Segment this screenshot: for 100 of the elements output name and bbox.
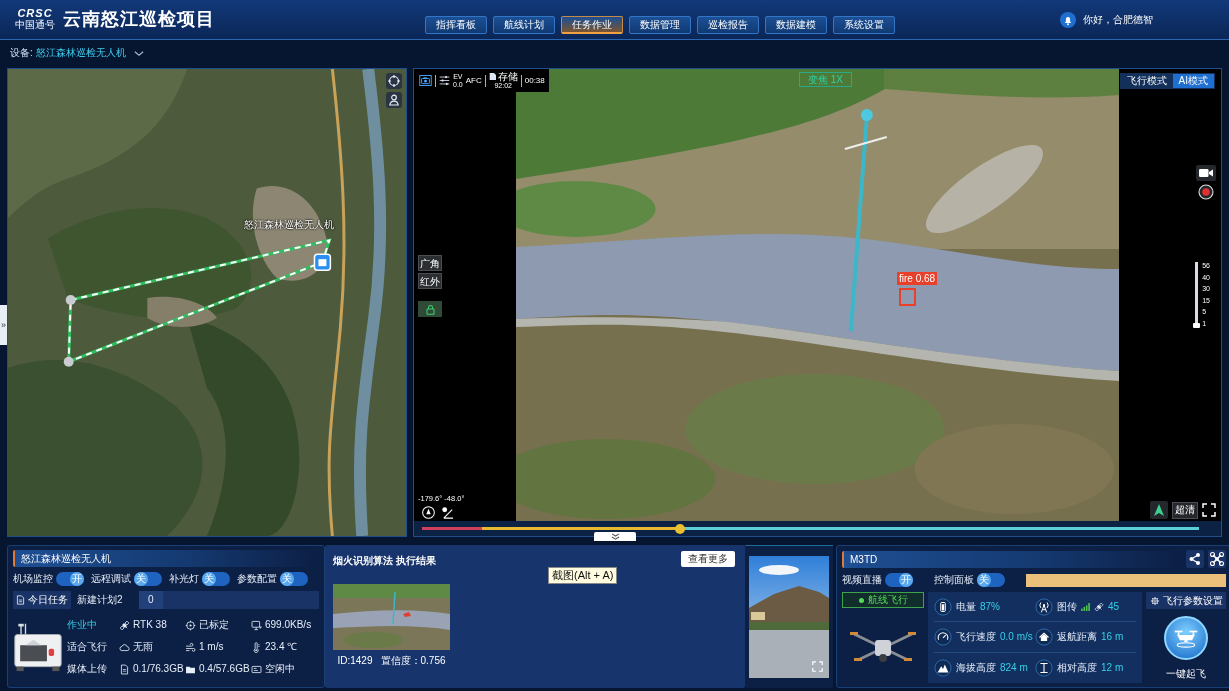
camera-icon[interactable] [419, 75, 432, 86]
stat-label: 图传 [1057, 600, 1077, 613]
camera-angle-icon[interactable] [441, 506, 454, 519]
lock-button[interactable] [418, 301, 442, 317]
status-label: 作业中 [67, 619, 98, 631]
status-value: 0.4/57.6GB [199, 663, 250, 675]
collapse-button[interactable] [594, 532, 636, 541]
status-value: 空闲中 [265, 663, 295, 675]
nav-tab[interactable]: 巡检报告 [697, 15, 759, 34]
stat-value: 12 m [1101, 661, 1124, 674]
plan-name: 新建计划2 [76, 593, 124, 607]
screenshot-tooltip: 截图(Alt + A) [548, 567, 618, 584]
map-marker-label: 怒江森林巡检无人机 [244, 219, 334, 231]
drone-heading-icon[interactable] [422, 506, 435, 519]
record-id: ID:1429 [337, 655, 373, 667]
lens-button[interactable]: 广角 [418, 255, 442, 271]
nav-tab[interactable]: 系统设置 [833, 15, 895, 34]
nav-tab[interactable]: 指挥看板 [425, 15, 487, 34]
document-icon [119, 663, 130, 675]
flight-status-text: 航线飞行 [867, 594, 908, 606]
status-value: 699.0KB/s [265, 619, 312, 631]
sd-card-icon [488, 73, 496, 80]
lock-icon [424, 303, 436, 315]
card-icon [251, 663, 262, 675]
satellite-icon [1094, 601, 1104, 612]
person-icon[interactable] [386, 92, 402, 108]
fullscreen-icon[interactable] [1202, 503, 1216, 517]
sliders-icon[interactable] [439, 75, 450, 86]
status-value: 0.1/76.3GB [133, 663, 184, 675]
document-icon [16, 595, 25, 605]
stat-value: 824 m [1000, 661, 1028, 674]
stat-label: 相对高度 [1057, 661, 1097, 674]
dock-marker-icon[interactable] [313, 253, 332, 271]
zoom-slider-thumb[interactable] [1193, 323, 1201, 328]
detection-label: fire 0.68 [897, 272, 938, 285]
logo-wordmark: CRSC [17, 8, 53, 19]
status-value: 23.4 ℃ [265, 641, 298, 653]
toggle-label: 视频直播 [842, 574, 882, 586]
toggle-label: 机场监控 [13, 573, 53, 585]
battery-icon [934, 597, 952, 616]
nav-tab[interactable]: 数据建模 [765, 15, 827, 34]
home-icon [1035, 628, 1053, 646]
video-camera-icon[interactable] [1196, 165, 1216, 181]
status-value: 已标定 [199, 619, 229, 631]
detection-frame [899, 288, 916, 306]
zoom-slider-track[interactable] [1193, 262, 1201, 328]
antenna-icon [1035, 597, 1053, 616]
lens-button[interactable]: 红外 [418, 273, 442, 289]
takeoff-button[interactable] [1164, 616, 1208, 660]
nav-tab[interactable]: 航线计划 [493, 15, 555, 34]
nav-tab[interactable]: 任务作业 [561, 15, 623, 34]
takeoff-label: 一键起飞 [1166, 668, 1206, 680]
status-dot-icon [858, 597, 864, 603]
drone-icon [1173, 628, 1199, 648]
storage-label: 存储 [497, 71, 518, 82]
timeline-thumb[interactable] [675, 523, 686, 534]
recording-time: 00:38 [524, 75, 545, 86]
expand-tab[interactable]: » [0, 305, 7, 345]
waypoint-marker[interactable] [65, 295, 76, 305]
share-icon[interactable] [1186, 550, 1204, 568]
flight-settings-button[interactable]: 飞行参数设置 [1146, 592, 1226, 609]
result-title: 烟火识别算法 执行结果 [333, 555, 436, 567]
record-icon[interactable] [1198, 184, 1214, 200]
drone-drawing [850, 632, 916, 662]
confidence-score: 置信度：0.756 [380, 655, 446, 667]
crosshair-icon[interactable] [386, 73, 402, 89]
app-title: 云南怒江巡检项目 [63, 8, 215, 31]
settings-icon [1149, 595, 1160, 606]
device-label: 设备: [10, 47, 33, 59]
chevron-down-icon [610, 533, 620, 540]
chevron-down-icon [133, 50, 144, 56]
zoom-label: 变焦 1X [799, 72, 852, 87]
stat-value: 0.0 m/s [1000, 631, 1033, 643]
thermometer-icon [251, 641, 262, 653]
waypoint-marker[interactable] [63, 356, 74, 367]
device-dropdown[interactable]: 怒江森林巡检无人机 [35, 47, 144, 59]
stat-label: 飞行速度 [956, 631, 996, 643]
quality-button[interactable]: 超清 [1172, 501, 1198, 519]
today-tasks-button[interactable]: 今日任务 [13, 591, 71, 609]
quadcopter-icon[interactable] [1208, 550, 1226, 568]
target-icon [185, 619, 196, 631]
gauge-icon [934, 628, 952, 646]
satellite-icon [119, 619, 130, 631]
status-value: RTK 38 [133, 619, 167, 631]
stat-value: 87% [980, 600, 1000, 613]
status-label: 适合飞行 [67, 641, 108, 653]
notification-bell-icon[interactable] [1060, 11, 1076, 28]
plan-count: 0 [139, 591, 319, 609]
focus-mode-label: AFC [465, 75, 482, 86]
mode-tab[interactable]: 飞行模式 [1120, 74, 1173, 88]
user-greeting: 你好，合肥德智 [1083, 13, 1153, 26]
view-more-button[interactable]: 查看更多 [681, 551, 735, 567]
cloud-icon [119, 641, 130, 653]
wind-icon [185, 641, 196, 653]
status-value: 1 m/s [199, 641, 224, 653]
nav-tab[interactable]: 数据管理 [629, 15, 691, 34]
mode-tab[interactable]: AI模式 [1172, 74, 1214, 88]
stat-label: 海拔高度 [956, 661, 996, 674]
dock-station-drawing [14, 623, 62, 672]
height-icon [1035, 658, 1053, 677]
